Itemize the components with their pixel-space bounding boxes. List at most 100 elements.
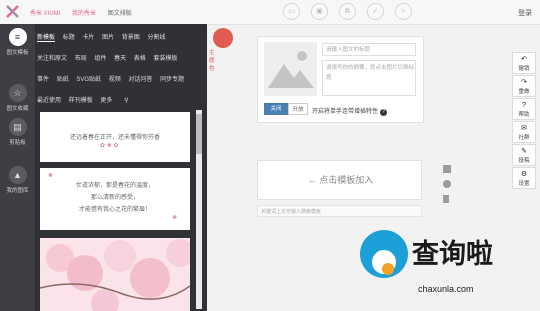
tab-follow[interactable]: 关注和原文: [37, 56, 67, 62]
add-template-text: ← 点击模板加入: [307, 175, 374, 185]
settings-icon: ⚙: [520, 171, 528, 178]
tab-components[interactable]: 组件: [94, 56, 106, 62]
undo-label: 撤销: [518, 66, 530, 72]
redo-icon: ↷: [521, 79, 527, 86]
tab-title[interactable]: 标题: [63, 35, 75, 41]
cover-image-placeholder[interactable]: [264, 42, 317, 96]
search-icon[interactable]: ⚲: [124, 98, 128, 104]
community-label: 社群: [518, 135, 530, 141]
theme-color-button[interactable]: [213, 28, 233, 48]
save-icon[interactable]: ▣: [310, 3, 328, 20]
summary-input[interactable]: 请填写你的摘要，即点击图片切换标题: [322, 60, 416, 96]
help-icon: ?: [522, 102, 526, 109]
watermark-logo-dot: [382, 263, 394, 275]
star-icon: ☆: [8, 84, 27, 102]
top-bar: 秀米 XIUMI 我的秀米 图文排版 ▭ ▣ ⧉ ✓ ▿ 登录: [0, 0, 540, 25]
sidebar-item-gallery[interactable]: ▲ 我的图库: [0, 166, 35, 194]
breadcrumb: 秀米 XIUMI 我的秀米 图文排版: [30, 8, 142, 17]
tab-row-4: 最近使用 样刊模板 更多 ⚲: [37, 95, 134, 104]
tab-recent[interactable]: 最近使用: [37, 98, 61, 104]
sidebar-item-label: 图文模板: [6, 50, 29, 56]
toggle-on-button[interactable]: 开放: [288, 103, 308, 115]
undo-icon: ↶: [521, 56, 527, 63]
toolbar-icons: ▭ ▣ ⧉ ✓ ▿: [283, 3, 421, 20]
breadcrumb-xiumi[interactable]: 秀米 XIUMI: [30, 11, 60, 17]
right-toolbar: ↶ 撤销 ↷ 重做 ? 帮助 ✉ 社群 ✎ 投稿 ⚙ 设置: [512, 52, 536, 190]
xiumi-logo-icon[interactable]: [6, 5, 19, 18]
copy-icon[interactable]: ⧉: [338, 3, 356, 20]
template-list: 还远着春在正开，还未懂得你芬香 ✿ ❀ ✿ 忙道浓郁，那是春花的温度， 那么清新…: [40, 110, 190, 311]
template-search-input[interactable]: 关键词上文可输入搜索模板: [257, 205, 422, 217]
help-button[interactable]: ? 帮助: [512, 98, 536, 120]
tab-spring[interactable]: 春天: [114, 56, 126, 62]
list-icon: ≡: [8, 28, 27, 46]
gear-icon[interactable]: [443, 180, 451, 188]
tab-row-3: 事件 贴纸 SVG贴纸 视频 对话问答 同步专题: [37, 74, 190, 83]
breadcrumb-my-xiumi[interactable]: 我的秀米: [72, 11, 96, 17]
scrollbar-thumb[interactable]: [196, 114, 202, 154]
watermark: 查询啦 chaxunla.com: [360, 222, 540, 311]
mountain-image-icon: [268, 51, 314, 88]
tab-image[interactable]: 图片: [102, 35, 114, 41]
sidebar-item-clipboard[interactable]: ▤ 剪贴板: [0, 118, 35, 146]
watermark-url: chaxunla.com: [418, 284, 474, 294]
tab-card[interactable]: 卡片: [82, 35, 94, 41]
card-text: 忙道浓郁，那是春花的温度，: [75, 183, 154, 189]
tab-event[interactable]: 事件: [37, 77, 49, 83]
tab-table[interactable]: 表格: [134, 56, 146, 62]
help-icon[interactable]: ?: [380, 109, 388, 116]
tab-layout[interactable]: 布局: [75, 56, 87, 62]
settings-label: 设置: [518, 181, 530, 187]
tab-row-1: 新模板 标题 卡片 图片 背景图 分割线: [37, 32, 171, 42]
tab-svg-sticker[interactable]: SVG贴纸: [76, 77, 101, 83]
card-text: 那么清新的感受，: [90, 195, 139, 201]
tab-sticker[interactable]: 贴纸: [57, 77, 69, 83]
cherry-blossom-image: [40, 238, 190, 311]
card-text: 还远着春在正开，还未懂得你芬香: [69, 135, 160, 141]
toggle-tip: 开启将单手连带增插特性?: [312, 106, 388, 116]
breadcrumb-current: 图文排版: [107, 11, 132, 17]
tab-more[interactable]: 更多: [100, 98, 112, 104]
card-text: 才能借有我心之花的繁眉！: [78, 207, 151, 213]
template-card[interactable]: 还远着春在正开，还未懂得你芬香 ✿ ❀ ✿: [40, 112, 190, 162]
folder-icon[interactable]: ▭: [283, 3, 300, 20]
bar-chart-icon[interactable]: [443, 195, 449, 203]
sidebar-item-label: 图文收藏: [6, 106, 29, 112]
redo-button[interactable]: ↷ 重做: [512, 75, 536, 97]
tab-sync[interactable]: 同步专题: [160, 77, 184, 83]
settings-button[interactable]: ⚙ 设置: [512, 167, 536, 189]
watermark-logo-icon: [360, 230, 408, 278]
panel-scrollbar[interactable]: [196, 110, 202, 309]
community-button[interactable]: ✉ 社群: [512, 121, 536, 143]
theme-color-label: 主题色: [209, 50, 215, 72]
tab-sample[interactable]: 样刊模板: [69, 98, 93, 104]
add-template-area[interactable]: ← 点击模板加入: [257, 160, 422, 200]
template-card[interactable]: [40, 238, 190, 311]
grid-icon[interactable]: [443, 165, 451, 173]
more-icon[interactable]: ▿: [394, 3, 412, 20]
tab-new[interactable]: 新模板: [37, 35, 56, 42]
tab-bgimage[interactable]: 背景图: [122, 35, 140, 41]
sidebar-item-templates[interactable]: ≡ 图文模板: [0, 28, 35, 56]
title-input[interactable]: 请输入图文的标题: [322, 43, 416, 56]
toggle-off-button[interactable]: 关闭: [264, 103, 288, 115]
flower-icon: ✿ ❀ ✿: [100, 143, 119, 149]
tab-video[interactable]: 视频: [109, 77, 121, 83]
left-sidebar: ≡ 图文模板 ☆ 图文收藏 ▤ 剪贴板 ▲ 我的图库: [0, 24, 35, 311]
login-link[interactable]: 登录: [518, 8, 532, 18]
toggle-tip-text: 开启将单手连带增插特性: [312, 109, 379, 115]
chat-icon: ✉: [521, 125, 527, 132]
sidebar-item-favorites[interactable]: ☆ 图文收藏: [0, 84, 35, 112]
undo-button[interactable]: ↶ 撤销: [512, 52, 536, 74]
submit-button[interactable]: ✎ 投稿: [512, 144, 536, 166]
tab-divider[interactable]: 分割线: [147, 35, 165, 41]
check-icon[interactable]: ✓: [366, 3, 384, 20]
clipboard-icon: ▤: [8, 118, 27, 136]
redo-label: 重做: [518, 89, 530, 95]
submit-label: 投稿: [518, 158, 530, 164]
tab-bundle[interactable]: 套装模板: [153, 56, 177, 62]
template-card[interactable]: 忙道浓郁，那是春花的温度， 那么清新的感受， 才能借有我心之花的繁眉！ ❀ ❀: [40, 168, 190, 230]
flower-icon: ❀: [48, 173, 54, 179]
tab-dialog[interactable]: 对话问答: [128, 77, 152, 83]
watermark-text: 查询啦: [412, 239, 493, 270]
